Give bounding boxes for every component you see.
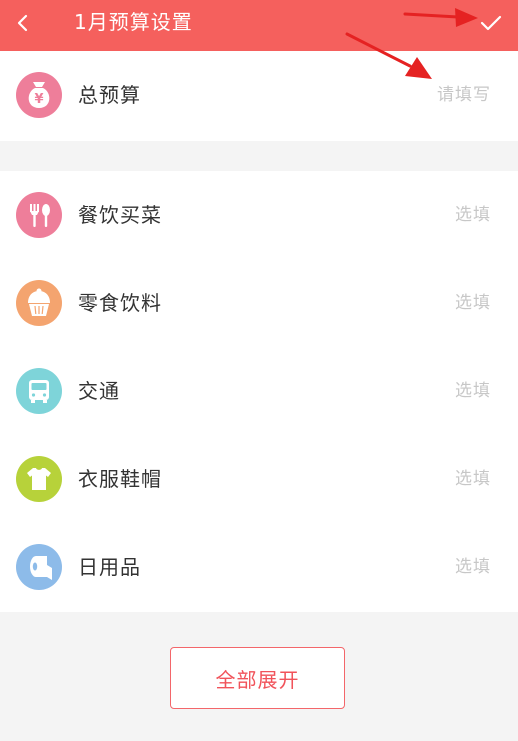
category-label: 交通: [78, 379, 120, 403]
list-item-category-transport[interactable]: 交通 选填: [0, 347, 518, 435]
check-icon: [480, 15, 502, 31]
category-label: 衣服鞋帽: [78, 467, 162, 491]
total-budget-row[interactable]: ¥ 总预算 请填写: [0, 51, 518, 139]
category-input[interactable]: 选填: [455, 290, 491, 316]
cupcake-icon: [16, 280, 62, 326]
total-budget-section: ¥ 总预算 请填写: [0, 51, 518, 141]
fork-spoon-icon: [16, 192, 62, 238]
expand-all-button[interactable]: 全部展开: [170, 647, 345, 709]
category-label: 日用品: [78, 555, 141, 579]
category-list: 餐饮买菜 选填 零食饮料 选填 交通 选填 衣服鞋帽 选填 日用品 选填: [0, 171, 518, 612]
category-input[interactable]: 选填: [455, 202, 491, 228]
page-title: 1月预算设置: [74, 10, 193, 34]
chevron-left-icon: [17, 14, 28, 32]
list-item-category-daily-goods[interactable]: 日用品 选填: [0, 523, 518, 611]
category-input[interactable]: 选填: [455, 378, 491, 404]
category-label: 餐饮买菜: [78, 203, 162, 227]
category-input[interactable]: 选填: [455, 554, 491, 580]
total-budget-label: 总预算: [78, 83, 141, 107]
total-budget-input[interactable]: 请填写: [437, 82, 491, 108]
category-label: 零食饮料: [78, 291, 162, 315]
back-button[interactable]: [8, 8, 38, 38]
list-item-category-dining[interactable]: 餐饮买菜 选填: [0, 171, 518, 259]
list-item-category-snacks[interactable]: 零食饮料 选填: [0, 259, 518, 347]
svg-text:¥: ¥: [34, 92, 43, 107]
category-input[interactable]: 选填: [455, 466, 491, 492]
tissue-roll-icon: [16, 544, 62, 590]
list-item-category-clothing[interactable]: 衣服鞋帽 选填: [0, 435, 518, 523]
bus-icon: [16, 368, 62, 414]
app-header: 1月预算设置: [0, 0, 518, 51]
confirm-button[interactable]: [476, 8, 506, 38]
money-bag-icon: ¥: [16, 72, 62, 118]
shirt-icon: [16, 456, 62, 502]
